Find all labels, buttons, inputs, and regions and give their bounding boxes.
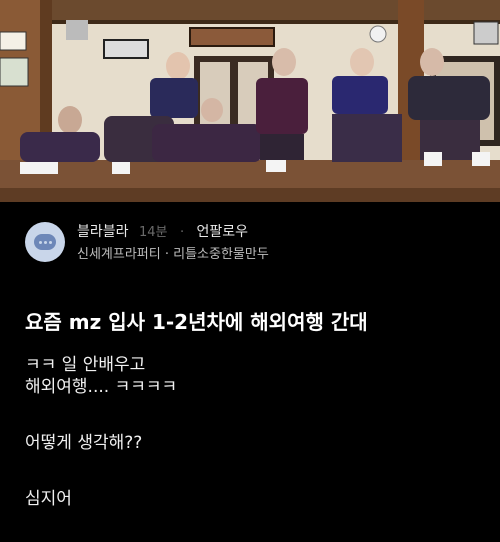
author-company: 신세계프라퍼티 · 리틀소중한물만두 [77, 247, 269, 262]
post-body-line: 심지어 [25, 489, 72, 509]
post-time: 14분 [138, 225, 168, 240]
channel-link[interactable]: 언팔로우 [197, 224, 249, 240]
post-photo[interactable] [0, 0, 500, 202]
meta-separator: · [179, 225, 185, 240]
author-avatar[interactable] [25, 222, 65, 262]
chat-bubble-icon [34, 234, 56, 250]
post-body-line: ㅋㅋ 일 안배우고 [25, 355, 146, 375]
author-row: 블라블라 14분 · 언팔로우 신세계프라퍼티 · 리틀소중한물만두 [25, 222, 485, 266]
photo-scene [0, 0, 500, 202]
post-body-line: 해외여행.... ㅋㅋㅋㅋ [25, 377, 178, 397]
post-body: ㅋㅋ 일 안배우고 해외여행.... ㅋㅋㅋㅋ 어떻게 생각해?? 심지어 [25, 354, 485, 510]
post-content: 블라블라 14분 · 언팔로우 신세계프라퍼티 · 리틀소중한물만두 요즘 mz… [0, 202, 500, 542]
author-meta: 블라블라 14분 · 언팔로우 신세계프라퍼티 · 리틀소중한물만두 [77, 222, 477, 265]
post-title: 요즘 mz 입사 1-2년차에 해외여행 간대 [25, 310, 368, 334]
post-body-line: 어떻게 생각해?? [25, 433, 143, 453]
author-name[interactable]: 블라블라 [77, 224, 129, 240]
